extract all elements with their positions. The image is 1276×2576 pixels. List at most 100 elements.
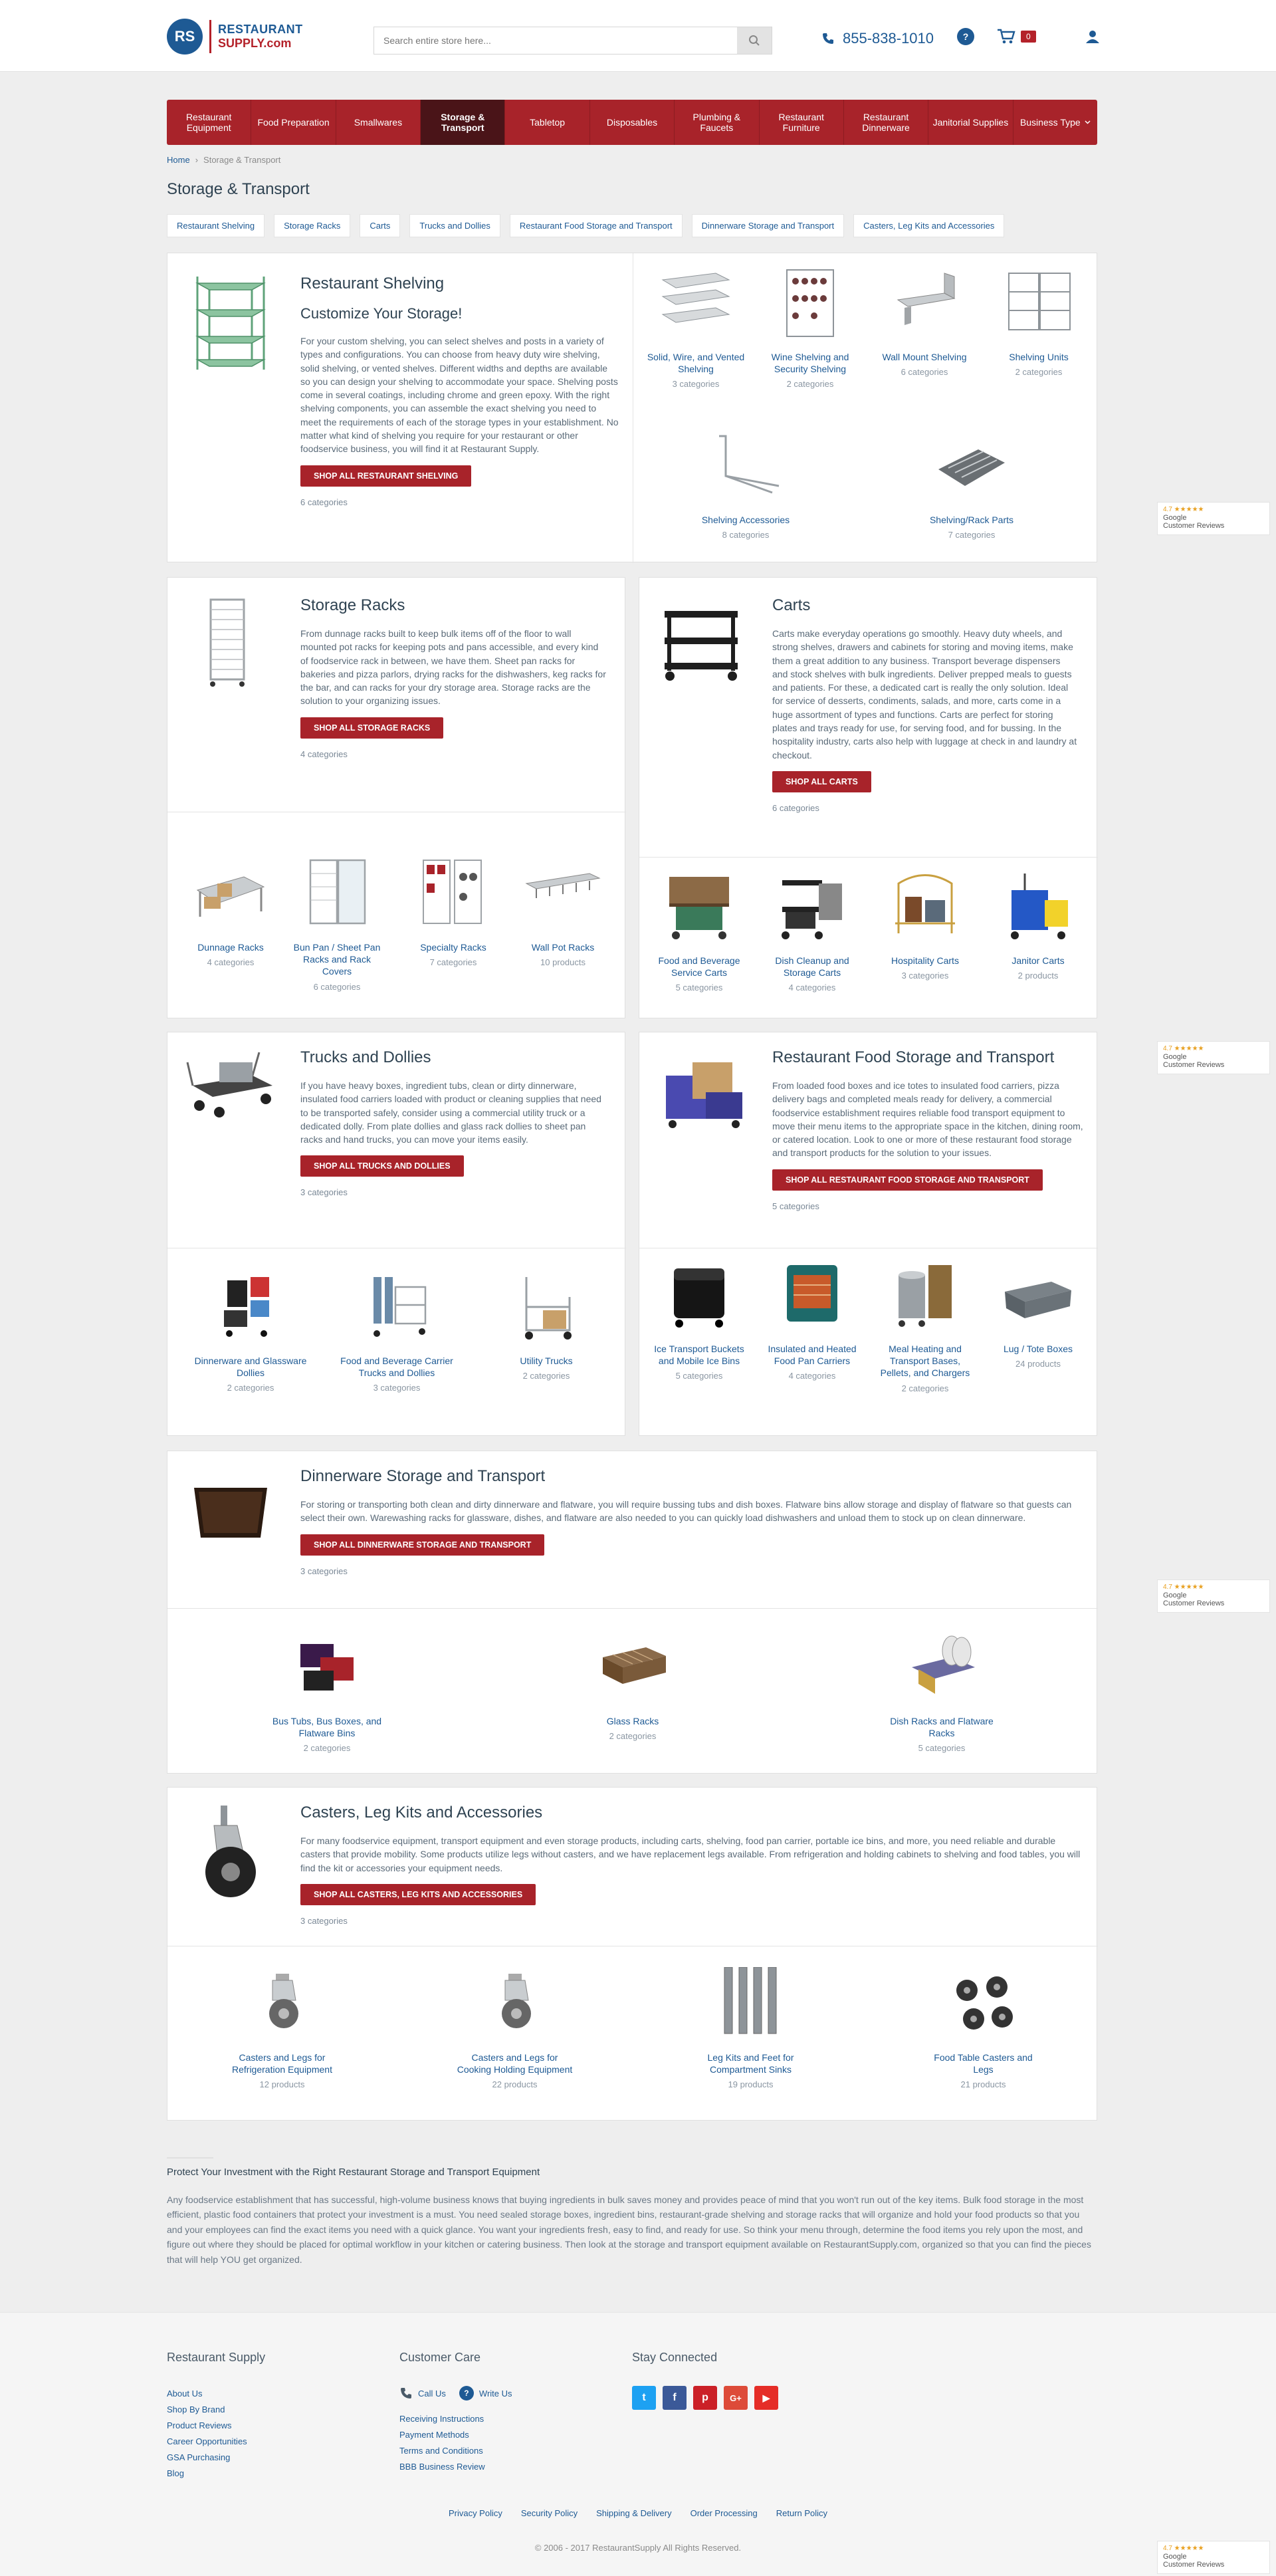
nav-restaurant-equipment[interactable]: Restaurant Equipment [167, 100, 252, 145]
shop-all-casters-button[interactable]: SHOP ALL CASTERS, LEG KITS AND ACCESSORI… [300, 1883, 536, 1905]
subcategory-item[interactable]: Janitor Carts 2 products [988, 870, 1088, 981]
shop-all-trucks-button[interactable]: SHOP ALL TRUCKS AND DOLLIES [300, 1155, 464, 1177]
shipping-delivery-link[interactable]: Shipping & Delivery [596, 2508, 671, 2518]
google-review-badge[interactable]: 4.7 ★★★★★ Google Customer Reviews [1157, 502, 1270, 535]
subcategory-item[interactable]: Casters and Legs for Cooking Holding Equ… [457, 1967, 573, 2089]
return-policy-link[interactable]: Return Policy [776, 2508, 827, 2518]
subcategory-item[interactable]: Utility Trucks 2 categories [490, 1270, 603, 1381]
nav-restaurant-furniture[interactable]: Restaurant Furniture [760, 100, 844, 145]
subcategory-item[interactable]: Food Table Casters and Legs 21 products [925, 1967, 1041, 2089]
section-title[interactable]: Dinnerware Storage and Transport [300, 1467, 1085, 1486]
subcategory-item[interactable]: Food and Beverage Service Carts 5 catego… [649, 870, 749, 993]
nav-smallwares[interactable]: Smallwares [336, 100, 421, 145]
footer-link-careers[interactable]: Career Opportunities [167, 2434, 265, 2450]
storage-rack-image[interactable] [194, 596, 261, 689]
nav-restaurant-dinnerware[interactable]: Restaurant Dinnerware [844, 100, 929, 145]
subcategory-item[interactable]: Wine Shelving and Security Shelving 2 ca… [760, 267, 860, 389]
quick-link-shelving[interactable]: Restaurant Shelving [167, 214, 265, 237]
site-logo[interactable]: RS RESTAURANT SUPPLY.com [167, 19, 303, 55]
section-title[interactable]: Trucks and Dollies [300, 1048, 606, 1067]
subcategory-item[interactable]: Solid, Wire, and Vented Shelving 3 categ… [646, 267, 746, 389]
shelving-unit-image[interactable] [191, 273, 270, 373]
subcategory-item[interactable]: Shelving/Rack Parts 7 categories [905, 429, 1038, 540]
cart-button[interactable]: 0 [997, 29, 1036, 45]
caster-image[interactable] [194, 1802, 267, 1902]
subcategory-item[interactable]: Wall Pot Racks 10 products [513, 857, 613, 967]
footer-link-reviews[interactable]: Product Reviews [167, 2418, 265, 2434]
subcategory-item[interactable]: Bun Pan / Sheet Pan Racks and Rack Cover… [287, 857, 387, 992]
subcategory-item[interactable]: Meal Heating and Transport Bases, Pellet… [875, 1258, 975, 1393]
search-button[interactable] [737, 27, 772, 54]
google-review-badge[interactable]: 4.7 ★★★★★ Google Customer Reviews [1157, 1041, 1270, 1074]
shop-all-storage-racks-button[interactable]: SHOP ALL STORAGE RACKS [300, 717, 444, 739]
facebook-icon[interactable]: f [663, 2386, 687, 2410]
quick-link-casters[interactable]: Casters, Leg Kits and Accessories [853, 214, 1005, 237]
help-chat-icon[interactable]: ? [957, 28, 974, 45]
google-review-badge[interactable]: 4.7 ★★★★★ Google Customer Reviews [1157, 1580, 1270, 1613]
write-us-link[interactable]: ? Write Us [459, 2386, 512, 2400]
subcategory-item[interactable]: Wall Mount Shelving 6 categories [875, 267, 974, 377]
subcategory-item[interactable]: Food and Beverage Carrier Trucks and Dol… [340, 1270, 453, 1393]
shop-all-carts-button[interactable]: SHOP ALL CARTS [772, 770, 871, 792]
footer-link-terms[interactable]: Terms and Conditions [399, 2443, 512, 2459]
privacy-policy-link[interactable]: Privacy Policy [449, 2508, 502, 2518]
subcategory-item[interactable]: Dish Racks and Flatware Racks 5 categori… [885, 1631, 998, 1753]
phone-link[interactable]: 855-838-1010 [821, 30, 934, 47]
subcategory-item[interactable]: Glass Racks 2 categories [576, 1631, 689, 1741]
footer-link-bbb[interactable]: BBB Business Review [399, 2459, 512, 2475]
pinterest-icon[interactable]: p [693, 2386, 717, 2410]
food-carrier-image[interactable] [656, 1052, 749, 1132]
shop-all-dinnerware-button[interactable]: SHOP ALL DINNERWARE STORAGE AND TRANSPOR… [300, 1534, 545, 1556]
subcategory-item[interactable]: Insulated and Heated Food Pan Carriers 4… [762, 1258, 862, 1381]
order-processing-link[interactable]: Order Processing [691, 2508, 758, 2518]
quick-link-carts[interactable]: Carts [360, 214, 401, 237]
twitter-icon[interactable]: t [632, 2386, 656, 2410]
utility-cart-image[interactable] [658, 604, 744, 684]
subcategory-item[interactable]: Ice Transport Buckets and Mobile Ice Bin… [649, 1258, 749, 1381]
footer-link-blog[interactable]: Blog [167, 2466, 265, 2482]
subcategory-item[interactable]: Lug / Tote Boxes 24 products [988, 1258, 1088, 1369]
subcategory-item[interactable]: Shelving Accessories 8 categories [679, 429, 812, 540]
quick-link-trucks[interactable]: Trucks and Dollies [409, 214, 500, 237]
shop-all-food-storage-button[interactable]: SHOP ALL RESTAURANT FOOD STORAGE AND TRA… [772, 1169, 1043, 1191]
nav-tabletop[interactable]: Tabletop [505, 100, 590, 145]
shop-all-shelving-button[interactable]: SHOP ALL RESTAURANT SHELVING [300, 465, 472, 487]
footer-link-about[interactable]: About Us [167, 2386, 265, 2402]
subcategory-item[interactable]: Dish Cleanup and Storage Carts 4 categor… [762, 870, 862, 993]
bus-tub-image[interactable] [184, 1474, 277, 1548]
subcategory-item[interactable]: Hospitality Carts 3 categories [875, 870, 975, 981]
nav-plumbing-faucets[interactable]: Plumbing & Faucets [675, 100, 760, 145]
subcategory-item[interactable]: Dinnerware and Glassware Dollies 2 categ… [194, 1270, 307, 1393]
subcategory-item[interactable]: Shelving Units 2 categories [989, 267, 1089, 377]
subcategory-item[interactable]: Dunnage Racks 4 categories [181, 857, 280, 967]
youtube-icon[interactable]: ▶ [754, 2386, 778, 2410]
google-plus-icon[interactable]: G+ [724, 2386, 748, 2410]
nav-disposables[interactable]: Disposables [590, 100, 675, 145]
subcategory-item[interactable]: Bus Tubs, Bus Boxes, and Flatware Bins 2… [270, 1631, 383, 1753]
utility-truck-image[interactable] [179, 1049, 279, 1129]
nav-business-type[interactable]: Business Type [1013, 100, 1097, 145]
section-title[interactable]: Restaurant Food Storage and Transport [772, 1048, 1085, 1067]
subcategory-item[interactable]: Casters and Legs for Refrigeration Equip… [224, 1967, 340, 2089]
quick-link-food-storage[interactable]: Restaurant Food Storage and Transport [509, 214, 683, 237]
subcategory-item[interactable]: Leg Kits and Feet for Compartment Sinks … [692, 1966, 809, 2089]
section-title[interactable]: Carts [772, 596, 1078, 615]
security-policy-link[interactable]: Security Policy [521, 2508, 578, 2518]
quick-link-dinnerware[interactable]: Dinnerware Storage and Transport [691, 214, 845, 237]
section-title[interactable]: Casters, Leg Kits and Accessories [300, 1804, 1085, 1822]
breadcrumb-home[interactable]: Home [167, 155, 190, 165]
search-input[interactable] [374, 27, 733, 54]
account-icon[interactable] [1085, 29, 1100, 44]
footer-link-brand[interactable]: Shop By Brand [167, 2402, 265, 2418]
section-title[interactable]: Storage Racks [300, 596, 606, 615]
google-review-badge[interactable]: 4.7 ★★★★★ Google Customer Reviews [1157, 2541, 1270, 2574]
quick-link-storage-racks[interactable]: Storage Racks [274, 214, 351, 237]
footer-link-payment[interactable]: Payment Methods [399, 2427, 512, 2443]
footer-link-receiving[interactable]: Receiving Instructions [399, 2411, 512, 2427]
nav-janitorial-supplies[interactable]: Janitorial Supplies [928, 100, 1013, 145]
section-title[interactable]: Restaurant Shelving [300, 275, 619, 293]
nav-storage-transport[interactable]: Storage & Transport [421, 100, 506, 145]
footer-link-gsa[interactable]: GSA Purchasing [167, 2450, 265, 2466]
nav-food-preparation[interactable]: Food Preparation [251, 100, 336, 145]
call-us-link[interactable]: Call Us [399, 2387, 446, 2400]
